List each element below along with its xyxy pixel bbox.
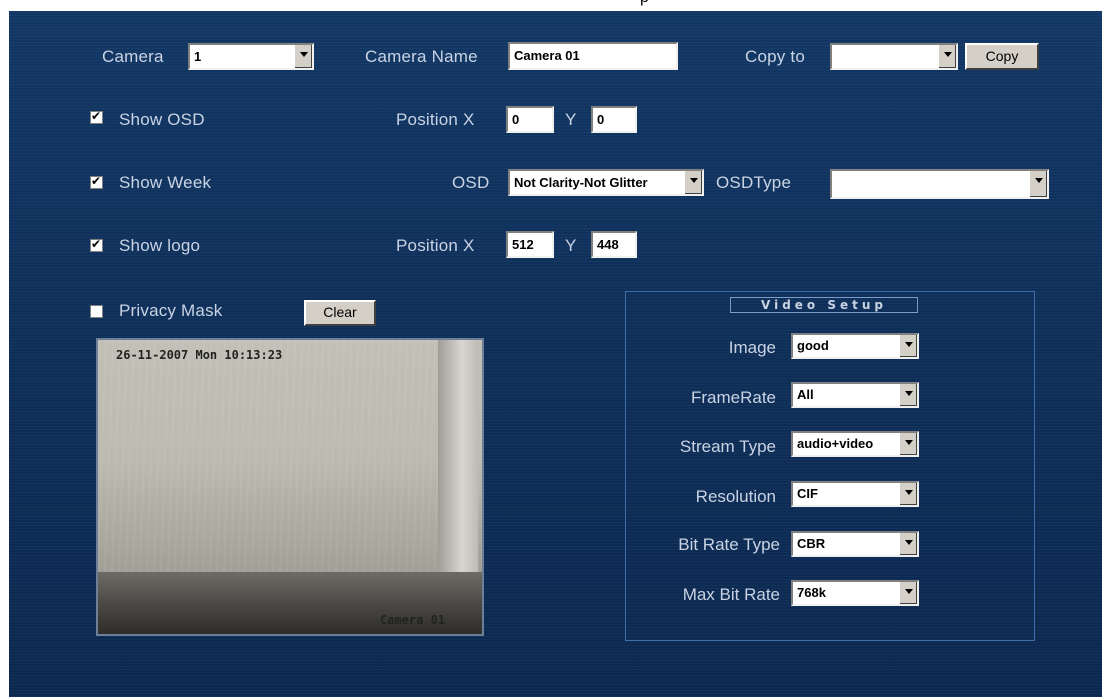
image-select[interactable]: good xyxy=(791,333,919,359)
video-preview[interactable]: 26-11-2007 Mon 10:13:23 Camera 01 xyxy=(96,338,484,636)
max-bit-rate-select-value: 768k xyxy=(797,585,826,600)
osd-select[interactable]: Not Clarity-Not Glitter xyxy=(508,169,704,196)
stream-type-select-value: audio+video xyxy=(797,436,874,451)
chevron-down-icon[interactable] xyxy=(899,582,917,604)
frame-rate-select[interactable]: All xyxy=(791,382,919,408)
chevron-down-icon[interactable] xyxy=(899,483,917,505)
clear-button[interactable]: Clear xyxy=(304,300,376,326)
logo-position-y-input[interactable]: 448 xyxy=(591,231,637,258)
image-label: Image xyxy=(728,338,776,357)
chevron-down-icon[interactable] xyxy=(938,45,956,68)
resolution-label: Resolution xyxy=(695,487,776,506)
copy-to-select[interactable] xyxy=(830,43,958,70)
video-edge xyxy=(438,340,478,590)
video-caption: Camera 01 xyxy=(380,613,446,627)
max-bit-rate-select[interactable]: 768k xyxy=(791,580,919,606)
top-strip: p xyxy=(0,0,1104,11)
logo-position-x-input[interactable]: 512 xyxy=(506,231,554,258)
bit-rate-type-select-value: CBR xyxy=(797,536,826,551)
osd-type-label: OSDType xyxy=(716,173,792,192)
stream-type-label: Stream Type xyxy=(679,437,776,456)
chevron-down-icon[interactable] xyxy=(899,384,917,406)
top-text-fragment: p xyxy=(640,0,649,6)
bit-rate-type-select[interactable]: CBR xyxy=(791,531,919,557)
osd-position-y-label: Y xyxy=(565,110,577,129)
camera-name-label: Camera Name xyxy=(365,47,478,66)
copy-to-label: Copy to xyxy=(745,47,805,66)
osd-label: OSD xyxy=(452,173,490,192)
copy-button[interactable]: Copy xyxy=(965,43,1039,70)
video-timestamp: 26-11-2007 Mon 10:13:23 xyxy=(116,348,283,362)
show-logo-checkbox[interactable] xyxy=(90,237,103,252)
show-week-label: Show Week xyxy=(119,173,212,192)
osd-position-y-input[interactable]: 0 xyxy=(591,106,637,133)
camera-name-input[interactable]: Camera 01 xyxy=(508,42,678,70)
logo-position-x-label: Position X xyxy=(396,236,475,255)
chevron-down-icon[interactable] xyxy=(899,533,917,555)
osd-select-value: Not Clarity-Not Glitter xyxy=(514,175,648,190)
frame-rate-label: FrameRate xyxy=(690,388,776,407)
image-select-value: good xyxy=(797,338,829,353)
show-osd-label: Show OSD xyxy=(119,110,205,129)
resolution-select[interactable]: CIF xyxy=(791,481,919,507)
chevron-down-icon[interactable] xyxy=(899,335,917,357)
privacy-mask-label: Privacy Mask xyxy=(119,301,223,320)
osd-position-x-input[interactable]: 0 xyxy=(506,106,554,133)
bit-rate-type-label: Bit Rate Type xyxy=(678,535,780,554)
privacy-mask-checkbox[interactable] xyxy=(90,305,103,318)
chevron-down-icon[interactable] xyxy=(1029,171,1047,197)
camera-select-value: 1 xyxy=(194,49,202,64)
osd-type-select[interactable] xyxy=(830,169,1049,199)
logo-position-y-label: Y xyxy=(565,236,577,255)
show-osd-checkbox[interactable] xyxy=(90,109,103,124)
resolution-select-value: CIF xyxy=(797,486,818,501)
osd-position-x-label: Position X xyxy=(396,110,475,129)
chevron-down-icon[interactable] xyxy=(684,171,702,194)
camera-select[interactable]: 1 xyxy=(188,43,314,70)
max-bit-rate-label: Max Bit Rate xyxy=(682,585,780,604)
chevron-down-icon[interactable] xyxy=(899,433,917,455)
camera-label: Camera xyxy=(102,47,164,66)
frame-rate-select-value: All xyxy=(797,387,814,402)
show-logo-label: Show logo xyxy=(119,236,201,255)
stream-type-select[interactable]: audio+video xyxy=(791,431,919,457)
show-week-checkbox[interactable] xyxy=(90,174,103,189)
video-setup-title: Video Setup xyxy=(730,297,918,313)
chevron-down-icon[interactable] xyxy=(294,45,312,68)
